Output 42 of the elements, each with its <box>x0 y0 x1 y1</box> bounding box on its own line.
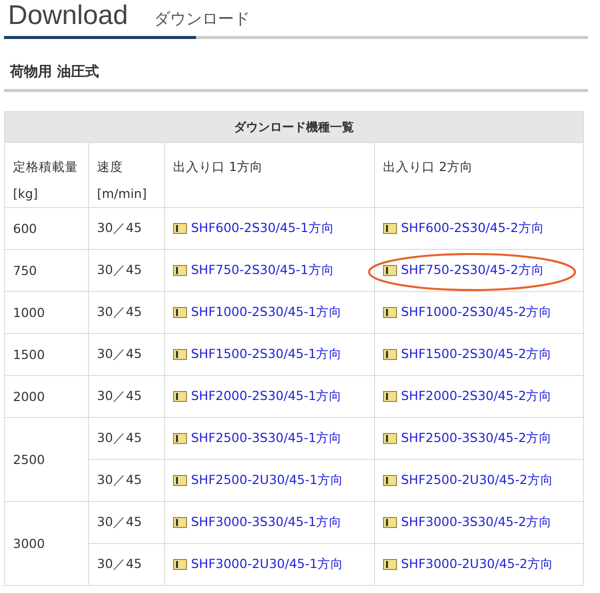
file-icon <box>173 474 187 486</box>
table-cell: 30／45 <box>88 376 164 418</box>
file-icon <box>173 516 187 528</box>
file-icon <box>383 348 397 360</box>
table-cell: 30／45 <box>88 502 164 544</box>
file-icon <box>383 432 397 444</box>
table-cell: 30／45 <box>88 334 164 376</box>
table-caption: ダウンロード機種一覧 <box>4 112 584 142</box>
table-cell: 30／45 <box>88 418 164 460</box>
table-cell: 2000 <box>4 376 88 418</box>
table-cell: 30／45 <box>88 208 164 250</box>
file-icon <box>383 516 397 528</box>
file-icon <box>383 558 397 570</box>
table-cell: 30／45 <box>88 460 164 502</box>
table-cell: 1500 <box>4 334 88 376</box>
file-icon <box>383 474 397 486</box>
column-header: 速度 [m/min] <box>88 142 164 208</box>
table-cell: 3000 <box>4 502 88 586</box>
file-icon <box>383 306 397 318</box>
file-icon <box>173 432 187 444</box>
table-cell: 2500 <box>4 418 88 502</box>
page-subtitle: ダウンロード <box>154 9 250 30</box>
file-icon <box>383 390 397 402</box>
section-title: 荷物用 油圧式 <box>4 39 588 92</box>
table-cell: 30／45 <box>88 544 164 586</box>
column-header: 出入り口 2方向 <box>374 142 584 208</box>
table-cell: 30／45 <box>88 250 164 292</box>
file-icon <box>383 222 397 234</box>
table-cell: 30／45 <box>88 292 164 334</box>
file-icon <box>173 558 187 570</box>
file-icon <box>173 348 187 360</box>
column-header: 定格積載量 [kg] <box>4 142 88 208</box>
file-icon <box>173 390 187 402</box>
file-icon <box>173 222 187 234</box>
table-cell: 750 <box>4 250 88 292</box>
file-icon <box>173 264 187 276</box>
table-cell: 1000 <box>4 292 88 334</box>
file-icon <box>383 264 397 276</box>
table-cell: 600 <box>4 208 88 250</box>
column-header: 出入り口 1方向 <box>164 142 374 208</box>
file-icon <box>173 306 187 318</box>
page-title: Download <box>8 0 128 31</box>
